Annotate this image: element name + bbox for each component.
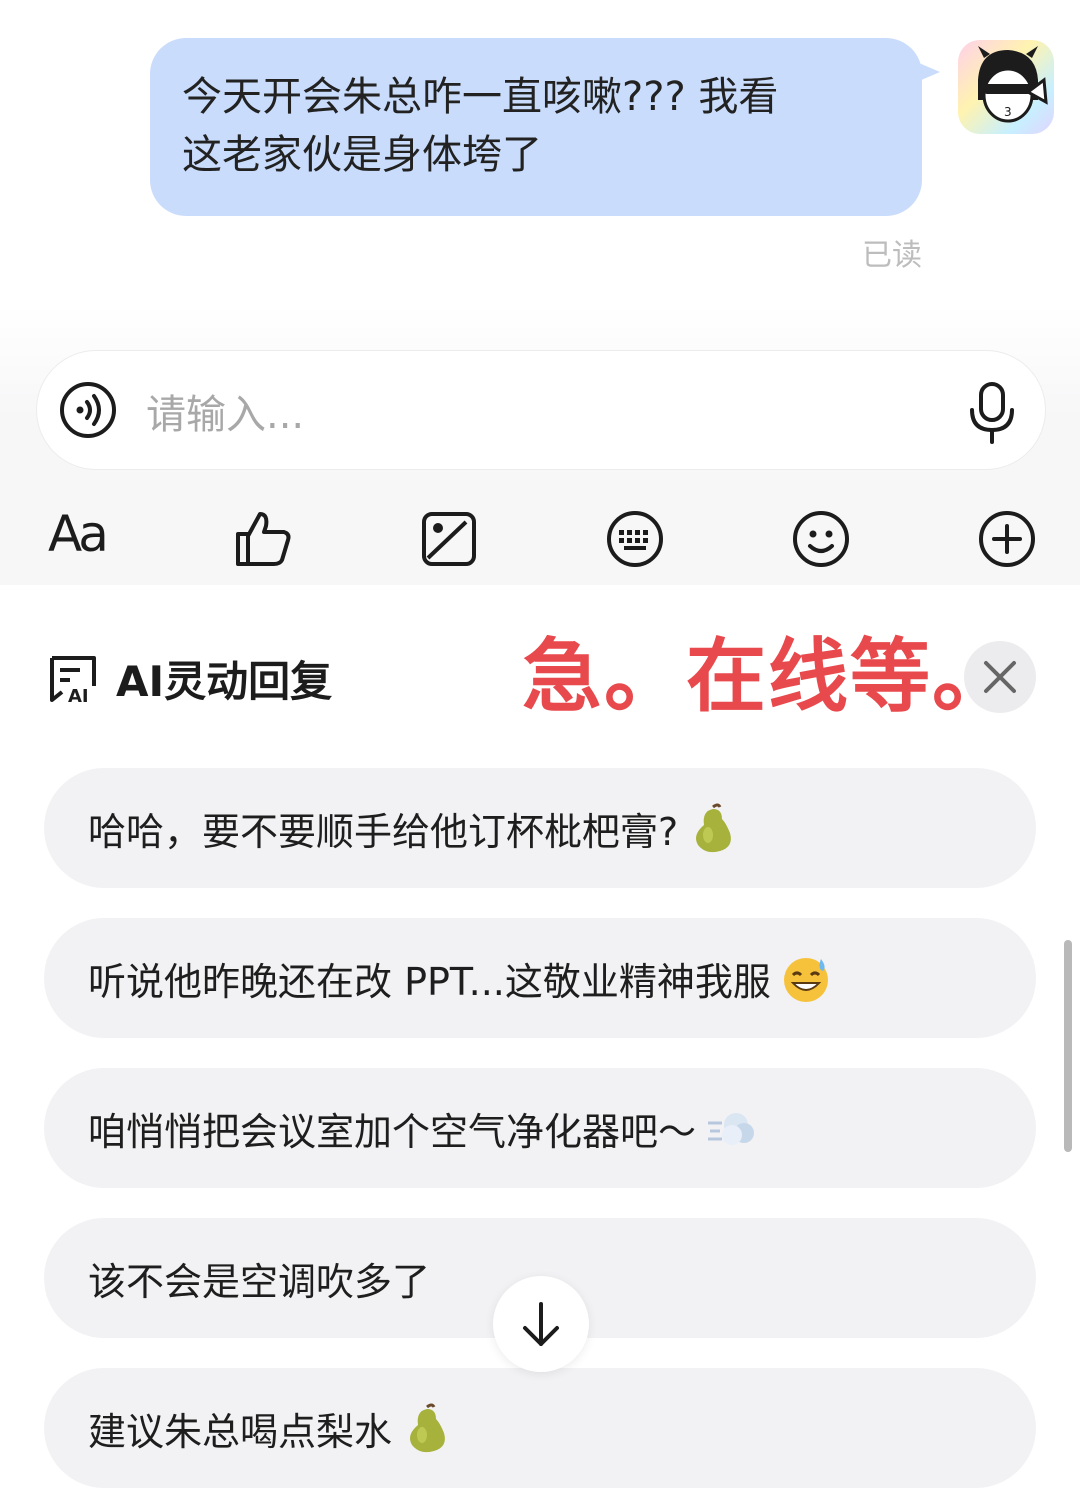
suggestion-item[interactable]: 哈哈，要不要顺手给他订杯枇杷膏?: [44, 768, 1036, 888]
thumbs-up-icon[interactable]: [232, 508, 294, 570]
sweat-smile-icon: [783, 958, 828, 1002]
message-bubble[interactable]: 今天开会朱总咋一直咳嗽??? 我看 这老家伙是身体垮了: [150, 38, 922, 216]
avatar-cartoon-icon: 3: [978, 46, 1048, 123]
microphone-icon[interactable]: [964, 380, 1020, 444]
arrow-down-icon: [523, 1302, 559, 1346]
keyboard-icon[interactable]: [604, 508, 666, 570]
suggestion-text: 听说他昨晚还在改 PPT...这敬业精神我服: [88, 959, 771, 1004]
ai-reply-title: AI灵动回复: [116, 657, 333, 706]
close-button[interactable]: [964, 641, 1036, 713]
suggestion-item[interactable]: 咱悄悄把会议室加个空气净化器吧～: [44, 1068, 1036, 1188]
message-text-line-1: 今天开会朱总咋一直咳嗽??? 我看: [182, 74, 779, 120]
suggestion-text: 建议朱总喝点梨水: [88, 1409, 393, 1454]
suggestion-item[interactable]: 听说他昨晚还在改 PPT...这敬业精神我服: [44, 918, 1036, 1038]
plus-icon[interactable]: [976, 508, 1038, 570]
suggestion-text: 咱悄悄把会议室加个空气净化器吧～: [88, 1109, 697, 1154]
svg-text:AI: AI: [68, 686, 89, 704]
dash-cloud-icon: [708, 1113, 755, 1145]
avatar[interactable]: 3: [958, 40, 1054, 134]
ai-reply-icon: AI: [50, 656, 96, 704]
emoji-icon[interactable]: [790, 508, 852, 570]
overlay-caption: 急。在线等。: [522, 630, 1014, 723]
font-icon[interactable]: Aa: [48, 505, 109, 563]
scroll-down-button[interactable]: [493, 1276, 589, 1372]
image-icon[interactable]: [418, 508, 480, 570]
suggestion-item[interactable]: 建议朱总喝点梨水: [44, 1368, 1036, 1488]
svg-text:3: 3: [1004, 105, 1012, 119]
chat-screen: 今天开会朱总咋一直咳嗽??? 我看 这老家伙是身体垮了 3 已读 请输入... …: [0, 0, 1080, 1504]
input-placeholder[interactable]: 请输入...: [146, 382, 304, 440]
suggestion-text: 该不会是空调吹多了: [88, 1259, 431, 1304]
suggestion-text: 哈哈，要不要顺手给他订杯枇杷膏?: [88, 809, 679, 854]
voice-toggle-icon[interactable]: [58, 380, 118, 440]
read-status: 已读: [862, 238, 922, 273]
scrollbar[interactable]: [1064, 940, 1072, 1152]
pear-icon: [696, 803, 732, 853]
bubble-tail: [912, 60, 940, 84]
close-icon: [984, 661, 1016, 693]
message-text-line-2: 这老家伙是身体垮了: [182, 132, 542, 178]
pear-icon: [410, 1403, 445, 1453]
